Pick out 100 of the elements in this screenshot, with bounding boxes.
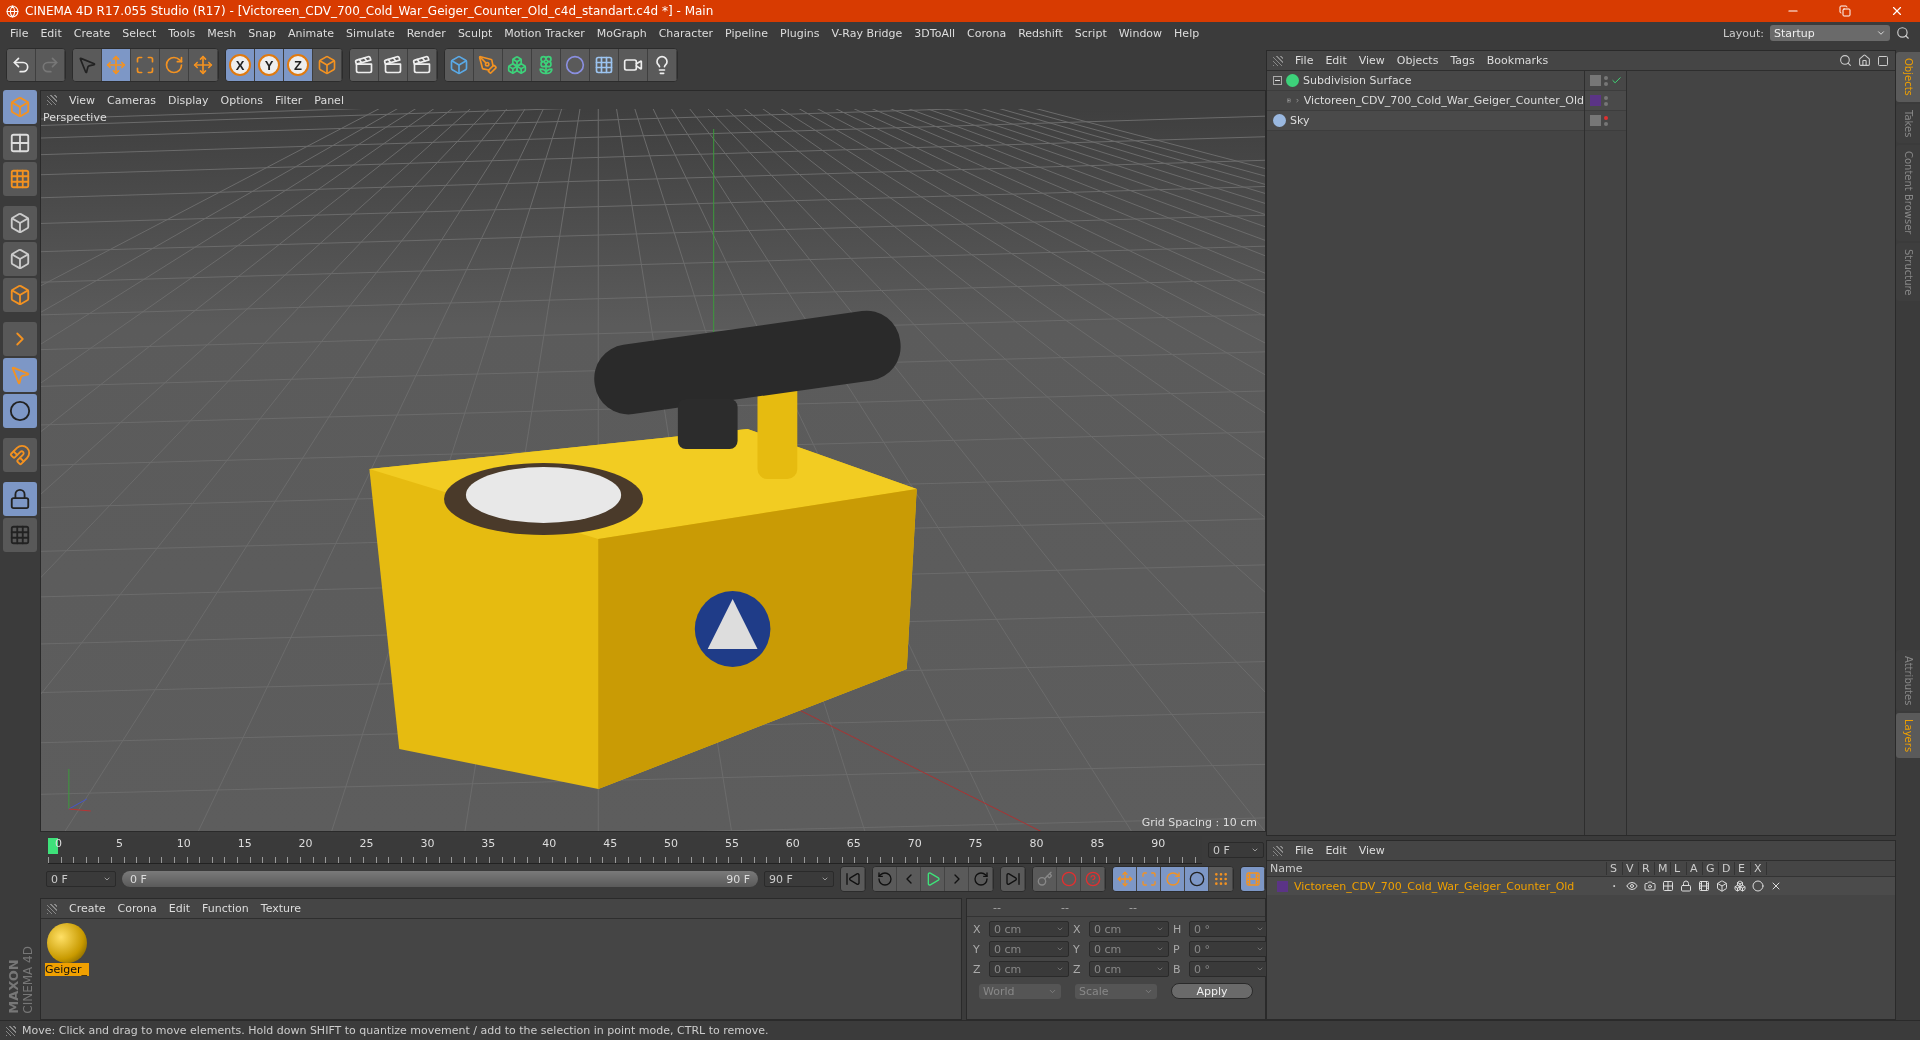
menu-item[interactable]: V-Ray Bridge [825,26,909,40]
move-tool-button[interactable] [102,49,131,81]
search-icon[interactable] [1839,54,1852,67]
eye-icon[interactable] [1626,880,1638,892]
last-frame-button[interactable] [1001,867,1025,891]
tree-toggle[interactable] [1273,76,1282,85]
viewport-menu-item[interactable]: Display [162,93,215,107]
param-key-filter-button[interactable] [1185,867,1209,891]
object-manager-menu-item[interactable]: Edit [1319,54,1353,67]
move-tool-button[interactable] [189,49,218,81]
layer-menu-item[interactable]: View [1352,844,1391,857]
camera-tool-button[interactable] [619,49,648,81]
texture-mode-button[interactable] [3,126,37,160]
object-manager-menu-item[interactable]: View [1352,54,1391,67]
coords-tool-button[interactable] [313,49,342,81]
menu-item[interactable]: MoGraph [590,26,653,40]
menu-item[interactable]: Select [116,26,163,40]
object-name[interactable]: Subdivision Surface [1303,74,1412,87]
menu-item[interactable]: Render [400,26,452,40]
menu-item[interactable]: Character [652,26,719,40]
circle-icon[interactable] [1752,880,1764,892]
menu-item[interactable]: Simulate [340,26,401,40]
material-preview[interactable] [47,923,87,963]
object-name[interactable]: Sky [1290,114,1310,127]
viewport-menu-item[interactable]: Filter [269,93,309,107]
object-manager-menu-item[interactable]: Bookmarks [1480,54,1555,67]
menu-item[interactable]: Create [67,26,117,40]
undo-tool-button[interactable] [7,49,36,81]
material-menu-item[interactable]: Corona [111,902,163,915]
menu-item[interactable]: Script [1068,26,1113,40]
menu-item[interactable]: Plugins [774,26,826,40]
points-mode-button[interactable] [3,206,37,240]
render-tool-button[interactable] [379,49,408,81]
record-key-button[interactable] [1033,867,1057,891]
menu-item[interactable]: Sculpt [451,26,499,40]
menu-item[interactable]: 3DToAll [908,26,961,40]
material-name[interactable]: Geiger_ [45,963,89,976]
scale-key-filter-button[interactable] [1137,867,1161,891]
menu-item[interactable]: Window [1112,26,1169,40]
grip-icon[interactable] [1273,845,1283,856]
rotate-key-filter-button[interactable] [1161,867,1185,891]
material-menu-item[interactable]: Function [196,902,255,915]
light-tool-button[interactable] [648,49,677,81]
grip-icon[interactable] [47,95,57,105]
cubes-icon[interactable] [1734,880,1746,892]
render-settings-tool-button[interactable] [408,49,437,81]
new-panel-icon[interactable] [1877,54,1889,67]
menu-item[interactable]: Animate [282,26,341,40]
axis-lock-button[interactable]: X [226,49,255,81]
pen-tool-button[interactable] [474,49,503,81]
menu-item[interactable]: Tools [162,26,202,40]
visibility-dots[interactable] [1604,75,1608,86]
check-icon[interactable] [1611,75,1622,86]
home-icon[interactable] [1858,54,1871,67]
apply-button[interactable]: Apply [1171,983,1253,999]
frame-range-slider[interactable]: 0 F 90 F [122,871,758,887]
current-frame-field[interactable]: 0 F [1208,842,1264,858]
camera-icon[interactable] [1644,880,1656,892]
move-key-filter-button[interactable] [1113,867,1137,891]
next-key-button[interactable] [969,867,993,891]
grid-icon[interactable] [1662,880,1674,892]
search-icon[interactable] [1896,26,1910,40]
viewport-menu-item[interactable]: Cameras [101,93,162,107]
grid-mode-button[interactable] [3,518,37,552]
rotate-tool-button[interactable] [160,49,189,81]
layer-color-swatch[interactable] [1277,880,1288,892]
layer-swatch[interactable] [1590,95,1601,106]
menu-item[interactable]: Snap [242,26,282,40]
layout-dropdown[interactable]: Startup [1770,25,1890,41]
visibility-dots[interactable] [1604,95,1608,106]
points-key-filter-button[interactable] [1209,867,1233,891]
end-frame-field[interactable]: 90 F [764,871,834,887]
menu-item[interactable]: Corona [961,26,1013,40]
menu-item[interactable]: File [4,26,35,40]
viewport-menu-item[interactable]: Panel [308,93,350,107]
menu-item[interactable]: Edit [34,26,68,40]
cloner-tool-button[interactable] [532,49,561,81]
menu-item[interactable]: Pipeline [719,26,775,40]
menu-item[interactable]: Help [1168,26,1206,40]
subdivision-tool-button[interactable] [503,49,532,81]
grip-icon[interactable] [47,903,57,914]
object-manager-menu-item[interactable]: Objects [1390,54,1445,67]
axis-lock-button[interactable]: Y [255,49,284,81]
polygons-mode-button[interactable] [3,278,37,312]
layer-menu-item[interactable]: File [1289,844,1320,857]
render-view-tool-button[interactable] [350,49,379,81]
film-icon[interactable] [1698,880,1710,892]
menu-item[interactable]: Redshift [1012,26,1069,40]
cube-icon[interactable] [1716,880,1728,892]
lock-mode-button[interactable] [3,482,37,516]
material-menu-item[interactable]: Texture [254,902,308,915]
play-button[interactable] [921,867,945,891]
lock-icon[interactable] [1680,880,1692,892]
menu-item[interactable]: Mesh [201,26,243,40]
deformer-tool-button[interactable] [561,49,590,81]
material-menu-item[interactable]: Edit [162,902,196,915]
floor-tool-button[interactable] [590,49,619,81]
magnet-mode-button[interactable] [3,438,37,472]
autokey-button[interactable] [1057,867,1081,891]
first-frame-button[interactable] [841,867,865,891]
